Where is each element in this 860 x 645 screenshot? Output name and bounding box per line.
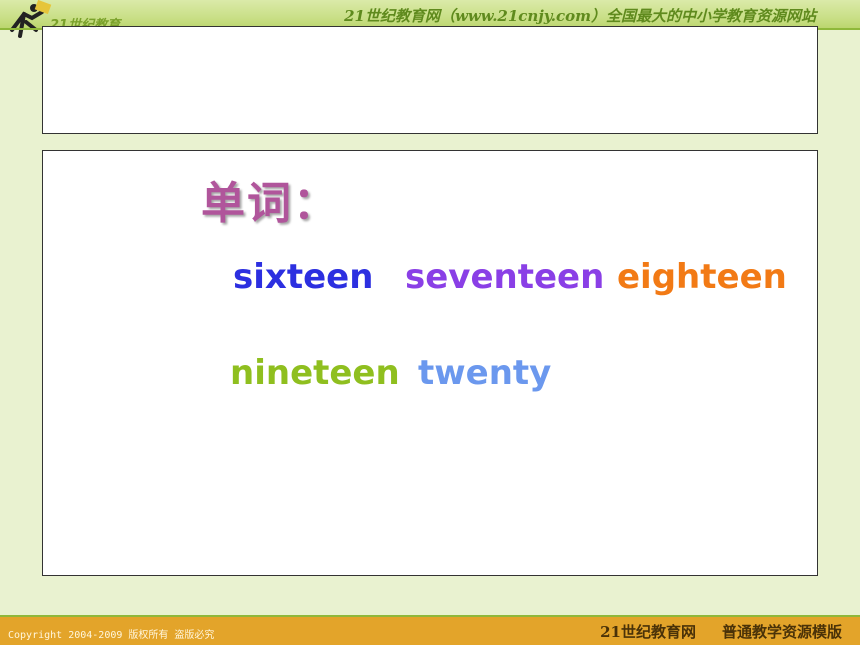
footer-copyright: Copyright 2004-2009 版权所有 盗版必究 (8, 630, 215, 641)
vocabulary-heading: 单词： (201, 178, 339, 229)
vocabulary-panel: 单词： sixteen seventeen eighteen nineteen … (42, 150, 818, 576)
word-twenty: twenty (418, 353, 552, 393)
footer-site-name[interactable]: 21世纪教育网 (600, 623, 696, 641)
title-panel (42, 26, 818, 134)
word-eighteen: eighteen (617, 257, 787, 297)
header-slogan: 21世纪教育网（www.21cnjy.com）全国最大的中小学教育资源网站 (344, 7, 816, 25)
footer-bar: Copyright 2004-2009 版权所有 盗版必究 21世纪教育网 普通教… (0, 617, 860, 645)
footer-brand: 21世纪教育网 普通教学资源模版 (600, 621, 842, 642)
footer-tagline: 普通教学资源模版 (721, 623, 842, 641)
word-sixteen: sixteen (233, 257, 374, 297)
word-seventeen: seventeen (405, 257, 605, 297)
word-nineteen: nineteen (230, 353, 400, 393)
